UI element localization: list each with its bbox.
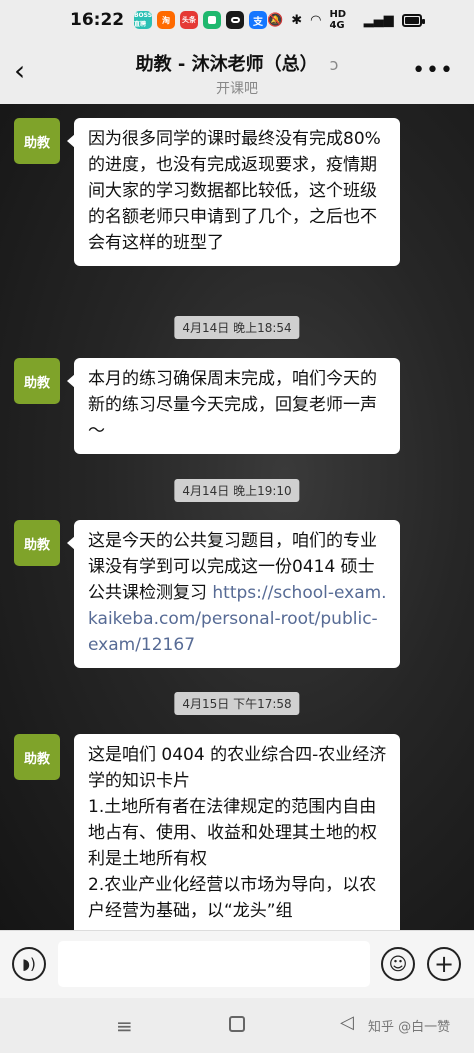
message-timestamp: 4月14日 晚上18:54	[174, 316, 300, 339]
status-indicators: 🔕 ✱ ◠ HD 4G ▂▄▆	[267, 9, 426, 31]
voice-input-button[interactable]: ◗)	[12, 947, 46, 981]
chat-area[interactable]: 助教 因为很多同学的课时最终没有完成80% 的进度，也没有完成返现要求，疫情期间…	[0, 104, 474, 930]
message-bubble[interactable]: 本月的练习确保周末完成，咱们今天的新的练习尽量今天完成，回复老师一声～	[67, 358, 400, 454]
ear-mode-icon: ↄ	[329, 55, 339, 74]
emoji-icon: ☺	[388, 953, 408, 975]
wifi-icon: ◠	[310, 12, 322, 28]
message-timestamp: 4月15日 下午17:58	[174, 692, 300, 715]
boss-app-icon: BOSS直聘	[134, 11, 152, 29]
message-bubble[interactable]: 这是咱们 0404 的农业综合四-农业经济学的知识卡片 1.土地所有者在法律规定…	[74, 734, 400, 930]
chat-app-icon	[226, 11, 244, 29]
chat-header: ‹ 助教 - 沐沐老师（总） ↄ 开课吧 •••	[0, 40, 474, 104]
avatar[interactable]: 助教	[14, 118, 60, 164]
toutiao-app-icon: 头条	[180, 11, 198, 29]
watermark: 知乎 @白一赞	[368, 1020, 451, 1035]
chat-title-wrap: 助教 - 沐沐老师（总） ↄ	[0, 50, 474, 76]
avatar[interactable]: 助教	[14, 358, 60, 404]
status-bar: 16:22 BOSS直聘 淘 头条 支 🔕 ✱ ◠ HD 4G ▂▄▆	[0, 0, 474, 40]
alipay-app-icon: 支	[249, 11, 267, 29]
chat-input-bar: ◗) ☺ +	[0, 930, 474, 998]
home-icon[interactable]	[229, 1016, 245, 1032]
nav-back-icon[interactable]: ◁	[340, 1012, 354, 1033]
message-input[interactable]	[58, 941, 370, 987]
voice-icon: ◗)	[22, 955, 36, 973]
emoji-button[interactable]: ☺	[381, 947, 415, 981]
mute-icon: 🔕	[267, 12, 284, 28]
status-time: 16:22	[70, 10, 125, 30]
notification-app-icons: BOSS直聘 淘 头条 支	[134, 11, 267, 29]
taobao-app-icon: 淘	[157, 11, 175, 29]
bluetooth-icon: ✱	[291, 12, 303, 28]
more-options-icon[interactable]: •••	[412, 58, 454, 83]
battery-fill	[404, 16, 419, 24]
message-bubble[interactable]: 因为很多同学的课时最终没有完成80% 的进度，也没有完成返现要求，疫情期间大家的…	[67, 118, 400, 266]
messaging-app-icon	[203, 11, 221, 29]
message-timestamp: 4月14日 晚上19:10	[174, 479, 300, 502]
signal-icon: ▂▄▆	[363, 12, 394, 28]
more-functions-button[interactable]: +	[427, 947, 461, 981]
plus-icon: +	[433, 950, 455, 978]
battery-icon	[401, 13, 426, 27]
system-nav-bar: ≡ ◁ 知乎 @白一赞	[0, 998, 474, 1053]
chat-subtitle: 开课吧	[216, 81, 258, 97]
message-bubble[interactable]: 这是今天的公共复习题目，咱们的专业课没有学到可以完成这一份0414 硕士公共课检…	[67, 520, 400, 668]
signal-text: HD 4G	[329, 9, 347, 31]
avatar[interactable]: 助教	[14, 734, 60, 780]
recent-apps-icon[interactable]: ≡	[116, 1014, 133, 1038]
avatar[interactable]: 助教	[14, 520, 60, 566]
chat-title: 助教 - 沐沐老师（总）	[135, 54, 318, 75]
